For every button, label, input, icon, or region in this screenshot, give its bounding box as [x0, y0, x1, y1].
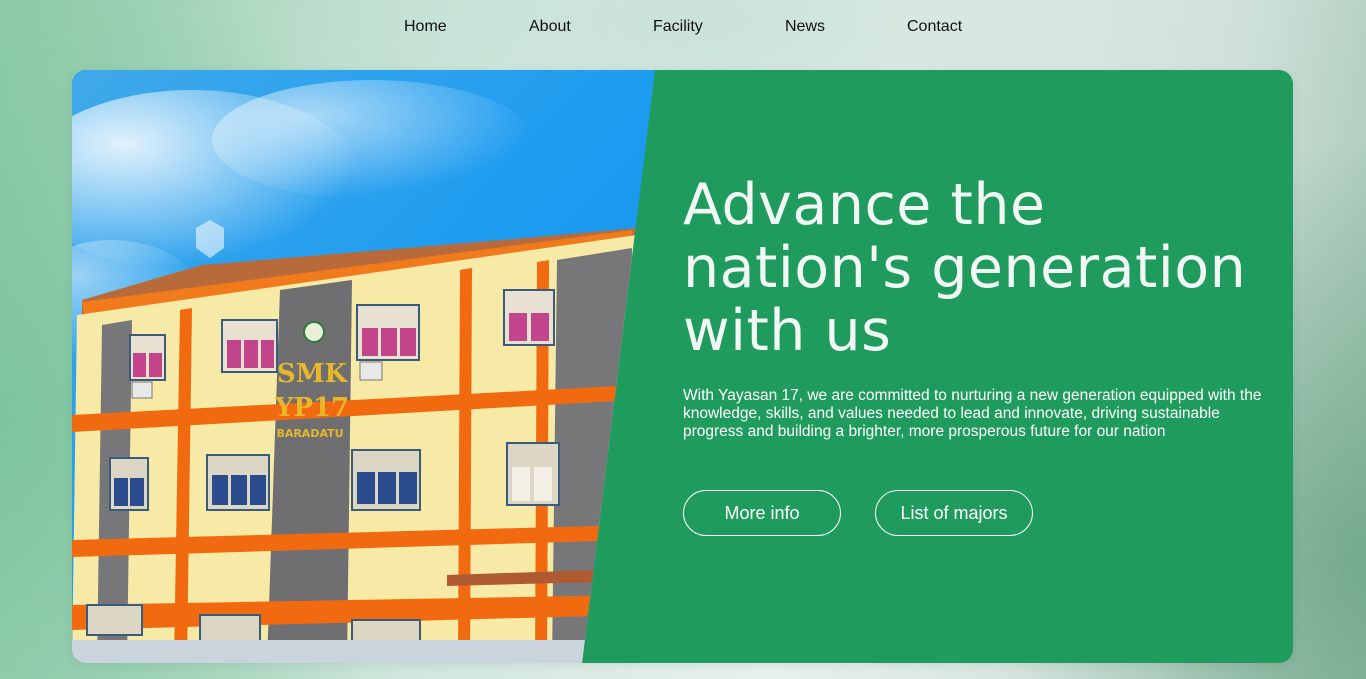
- hero-description: With Yayasan 17, we are committed to nur…: [683, 387, 1262, 440]
- nav-about-link[interactable]: About: [529, 18, 571, 36]
- school-building-photo: SMK YP17 BARADATU: [72, 70, 655, 663]
- sign-text-yp17: YP17: [274, 393, 349, 423]
- nav-facility-link[interactable]: Facility: [653, 18, 703, 36]
- list-of-majors-button[interactable]: List of majors: [875, 490, 1033, 536]
- nav-home-link[interactable]: Home: [404, 18, 447, 36]
- nav-contact-link[interactable]: Contact: [907, 18, 962, 36]
- hero-headline: Advance the nation's generation with us: [683, 172, 1247, 364]
- sign-text-smk: SMK: [277, 359, 349, 389]
- more-info-button[interactable]: More info: [683, 490, 841, 536]
- nav-news-link[interactable]: News: [785, 18, 825, 36]
- hero-card: SMK YP17 BARADATU Advance the nation's g…: [72, 70, 1293, 663]
- sign-text-baradatu: BARADATU: [276, 427, 343, 440]
- top-navigation: Home About Facility News Contact: [0, 0, 1366, 56]
